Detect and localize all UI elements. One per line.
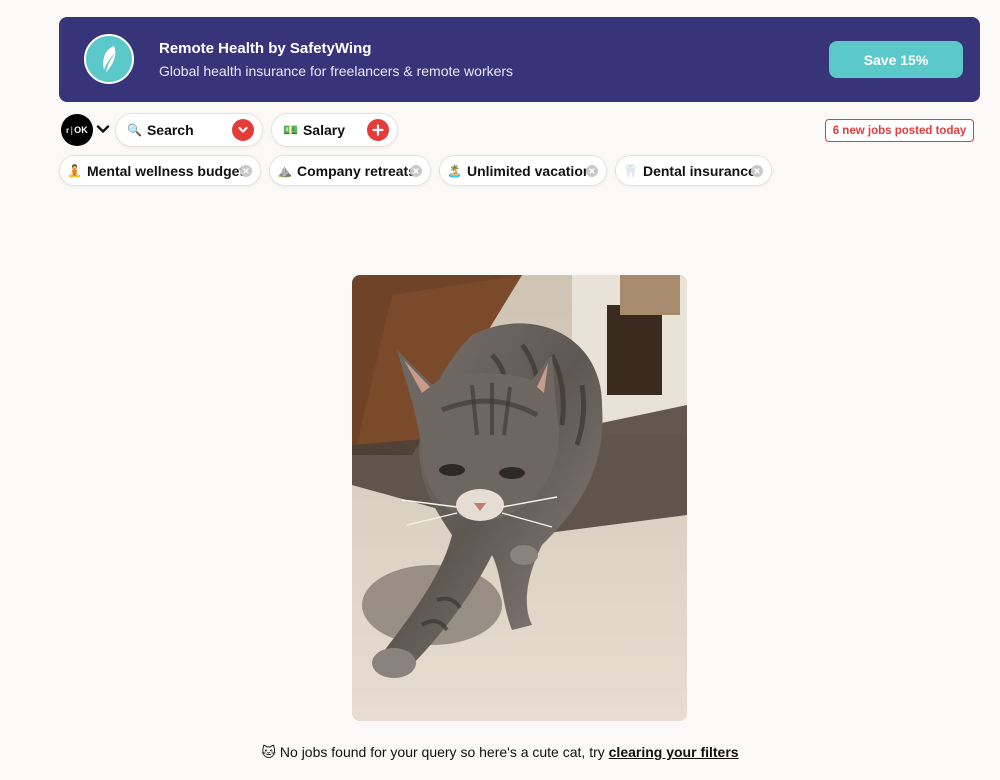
plus-icon[interactable] bbox=[367, 119, 389, 141]
filter-chip-mental-wellness[interactable]: 🧘 Mental wellness budget bbox=[59, 155, 261, 186]
ad-banner[interactable]: Remote Health by SafetyWing Global healt… bbox=[59, 17, 980, 102]
filter-chip-unlimited-vacation[interactable]: 🏝️ Unlimited vacation bbox=[439, 155, 607, 186]
save-discount-button[interactable]: Save 15% bbox=[829, 41, 963, 78]
filter-label: Unlimited vacation bbox=[466, 162, 592, 179]
clear-filters-link[interactable]: clearing your filters bbox=[609, 744, 739, 760]
banner-subtitle: Global health insurance for freelancers … bbox=[159, 63, 514, 79]
close-icon[interactable] bbox=[586, 165, 598, 177]
empty-state-text: No jobs found for your query so here's a… bbox=[276, 744, 609, 760]
filter-label: Mental wellness budget bbox=[86, 162, 245, 179]
mountain-icon: ⛰️ bbox=[277, 163, 292, 178]
close-icon[interactable] bbox=[410, 165, 422, 177]
empty-state-message: 🐱 No jobs found for your query so here's… bbox=[0, 744, 1000, 761]
close-icon[interactable] bbox=[751, 165, 763, 177]
island-icon: 🏝️ bbox=[447, 163, 462, 178]
chevron-down-icon[interactable] bbox=[232, 119, 254, 141]
meditation-icon: 🧘 bbox=[67, 163, 82, 178]
close-icon[interactable] bbox=[240, 165, 252, 177]
filter-label: Dental insurance bbox=[642, 162, 756, 179]
search-icon: 🔍 bbox=[127, 123, 142, 137]
filter-label: Company retreats bbox=[296, 162, 416, 179]
new-jobs-badge[interactable]: 6 new jobs posted today bbox=[825, 119, 974, 142]
salary-filter[interactable]: 💵 Salary bbox=[271, 113, 398, 147]
salary-label: Salary bbox=[302, 122, 345, 138]
feather-icon bbox=[84, 34, 134, 84]
search-label: Search bbox=[146, 122, 194, 138]
banner-text: Remote Health by SafetyWing Global healt… bbox=[159, 39, 513, 81]
brand-label: OK bbox=[74, 125, 88, 135]
chevron-down-icon[interactable] bbox=[96, 122, 110, 136]
filter-chip-company-retreats[interactable]: ⛰️ Company retreats bbox=[269, 155, 431, 186]
tooth-icon: 🦷 bbox=[623, 163, 638, 178]
search-dropdown[interactable]: 🔍 Search bbox=[115, 113, 263, 147]
site-logo[interactable]: r | OK bbox=[61, 114, 93, 146]
money-icon: 💵 bbox=[283, 123, 298, 137]
cat-icon: 🐱 bbox=[261, 744, 277, 760]
cat-image bbox=[352, 275, 687, 721]
filter-chip-dental-insurance[interactable]: 🦷 Dental insurance bbox=[615, 155, 772, 186]
banner-title: Remote Health by SafetyWing bbox=[159, 40, 372, 57]
